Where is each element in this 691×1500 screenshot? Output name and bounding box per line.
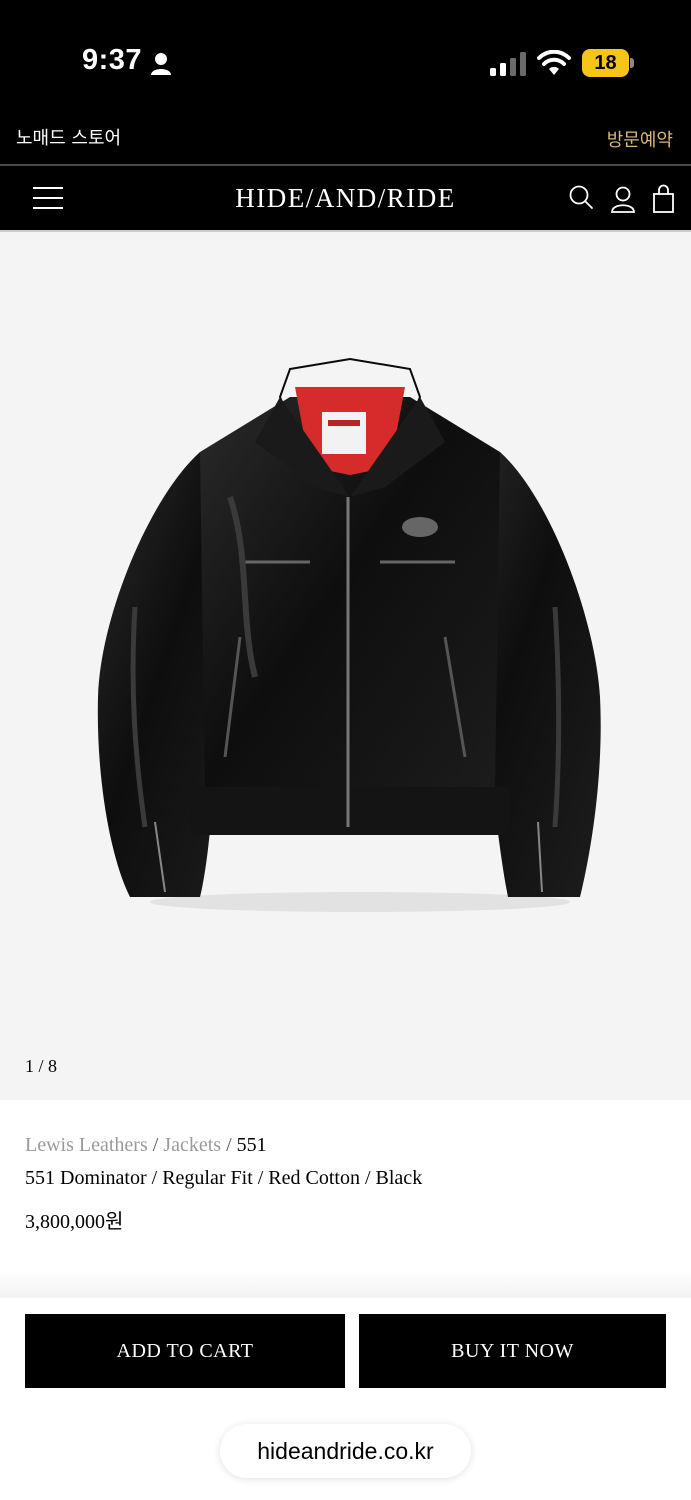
breadcrumb-brand[interactable]: Lewis Leathers [25, 1134, 148, 1156]
product-image[interactable] [90, 357, 610, 917]
status-bar: 9:37 18 [0, 0, 691, 112]
breadcrumb-model[interactable]: 551 [237, 1134, 267, 1156]
product-gallery[interactable]: 1 / 8 [0, 232, 691, 1100]
buy-now-button[interactable]: BUY IT NOW [359, 1314, 666, 1388]
search-icon[interactable] [567, 184, 595, 214]
store-bar: 노매드 스토어 방문예약 [0, 112, 691, 164]
add-to-cart-button[interactable]: ADD TO CART [25, 1314, 345, 1388]
status-time: 9:37 [82, 44, 143, 76]
product-price: 3,800,000원 [25, 1211, 124, 1233]
person-icon [151, 53, 171, 75]
visit-reservation-link[interactable]: 방문예약 [607, 126, 673, 152]
store-name[interactable]: 노매드 스토어 [16, 124, 121, 150]
breadcrumb-category[interactable]: Jackets [163, 1134, 221, 1156]
breadcrumb-separator: / [226, 1134, 232, 1156]
wifi-icon [537, 50, 571, 75]
image-counter: 1 / 8 [25, 1056, 58, 1076]
shopping-bag-icon[interactable] [650, 184, 678, 214]
breadcrumb-separator: / [152, 1134, 159, 1156]
account-icon[interactable] [609, 184, 637, 214]
product-title: 551 Dominator / Regular Fit / Red Cotton… [25, 1167, 423, 1189]
battery-level: 18 [594, 52, 617, 74]
breadcrumb: Lewis Leathers / Jackets / 551 [25, 1134, 267, 1157]
site-header: HIDE/AND/RIDE [0, 166, 691, 232]
browser-url-bar[interactable]: hideandride.co.kr [220, 1424, 471, 1478]
cellular-signal-icon [490, 52, 526, 76]
battery-icon: 18 [582, 49, 634, 77]
